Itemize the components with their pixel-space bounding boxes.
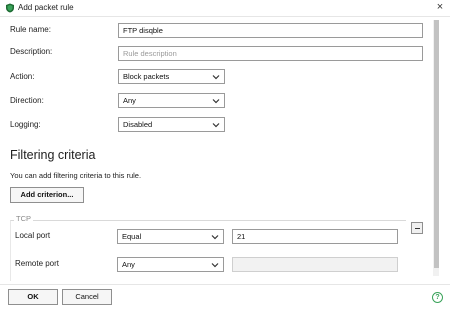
remote-port-input <box>232 257 398 272</box>
action-select-value: Block packets <box>123 72 170 81</box>
local-port-label: Local port <box>15 231 51 240</box>
ok-button[interactable]: OK <box>8 289 58 305</box>
close-icon[interactable]: × <box>434 1 446 14</box>
chevron-down-icon <box>212 99 220 104</box>
direction-select-value: Any <box>123 96 136 105</box>
logging-select[interactable]: Disabled <box>118 117 225 132</box>
local-port-operator-value: Equal <box>122 232 142 241</box>
chevron-down-icon <box>211 263 219 268</box>
remote-port-operator-value: Any <box>122 260 135 269</box>
direction-select[interactable]: Any <box>118 93 225 108</box>
title-bar: Add packet rule × <box>0 0 450 17</box>
help-icon[interactable]: ? <box>432 292 443 303</box>
direction-label: Direction: <box>10 96 44 105</box>
minus-icon <box>415 228 420 229</box>
remote-port-operator-select[interactable]: Any <box>117 257 224 272</box>
scrollbar-thumb[interactable] <box>434 20 439 268</box>
filtering-info-text: You can add filtering criteria to this r… <box>10 171 142 180</box>
window-title: Add packet rule <box>18 3 74 12</box>
action-label: Action: <box>10 72 35 81</box>
cancel-button[interactable]: Cancel <box>62 289 112 305</box>
chevron-down-icon <box>211 235 219 240</box>
remote-port-label: Remote port <box>15 259 60 268</box>
chevron-down-icon <box>212 123 220 128</box>
local-port-operator-select[interactable]: Equal <box>117 229 224 244</box>
shield-app-icon <box>6 3 14 13</box>
logging-label: Logging: <box>10 120 41 129</box>
local-port-input[interactable]: 21 <box>232 229 398 244</box>
rule-name-input[interactable]: FTP disqble <box>118 23 423 38</box>
action-select[interactable]: Block packets <box>118 69 225 84</box>
description-input[interactable]: Rule description <box>118 46 423 61</box>
description-label: Description: <box>10 47 53 56</box>
filtering-criteria-heading: Filtering criteria <box>10 148 96 162</box>
chevron-down-icon <box>212 75 220 80</box>
tcp-group-title: TCP <box>14 214 33 223</box>
logging-select-value: Disabled <box>123 120 153 129</box>
add-criterion-button[interactable]: Add criterion... <box>10 187 84 203</box>
remove-criterion-button[interactable] <box>411 222 423 234</box>
rule-name-label: Rule name: <box>10 25 51 34</box>
